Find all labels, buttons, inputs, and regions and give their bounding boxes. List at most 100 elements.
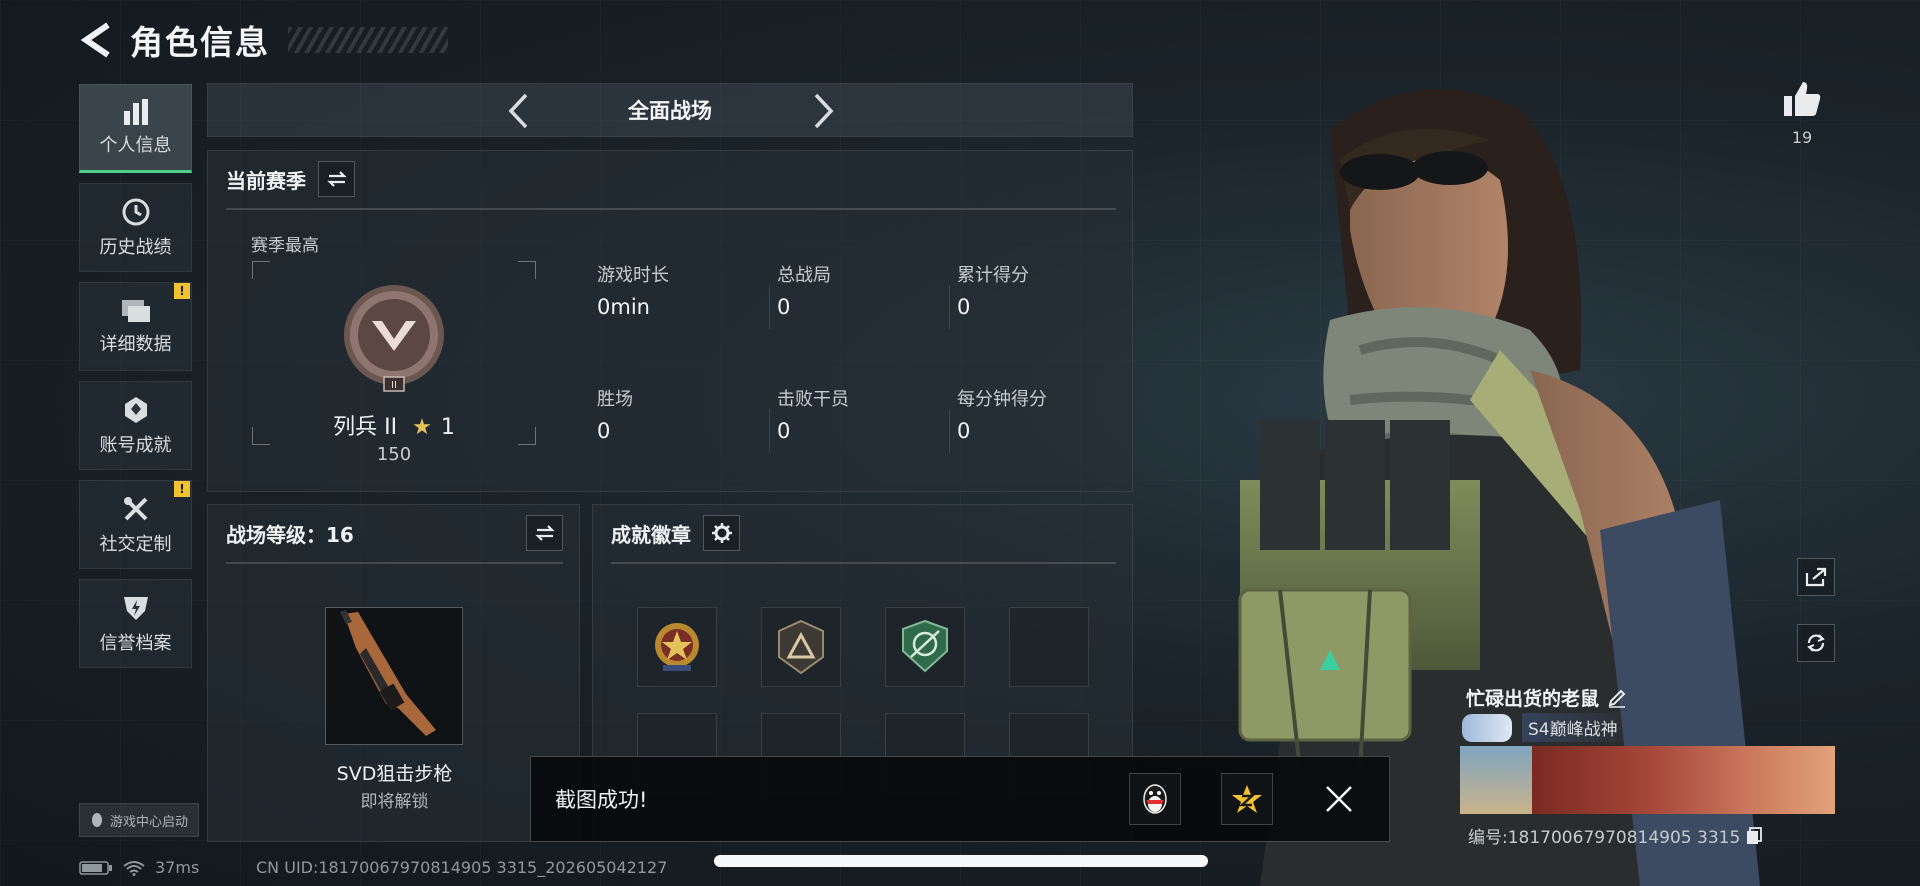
title-emblem-icon bbox=[1462, 713, 1512, 742]
copy-icon[interactable] bbox=[1746, 826, 1763, 845]
toast-close-button[interactable] bbox=[1313, 773, 1365, 825]
back-button[interactable] bbox=[78, 21, 116, 59]
edit-pencil-icon[interactable] bbox=[1607, 688, 1627, 708]
player-name-row: 忙碌出货的老鼠 bbox=[1466, 684, 1627, 711]
home-indicator[interactable] bbox=[714, 855, 1208, 867]
alert-badge: ! bbox=[174, 481, 190, 497]
sidebar-item-label: 详细数据 bbox=[99, 333, 172, 355]
sidebar-item-social[interactable]: ! 社交定制 bbox=[79, 480, 192, 569]
toast-message: 截图成功! bbox=[555, 788, 648, 812]
swap-icon bbox=[326, 171, 347, 187]
level-switch-button[interactable] bbox=[526, 515, 563, 551]
game-center-launch-badge: 游戏中心启动 bbox=[79, 803, 199, 837]
sidebar-item-label: 历史战绩 bbox=[99, 236, 172, 258]
sidebar-item-credit[interactable]: 信誉档案 bbox=[79, 579, 192, 668]
chevron-right-icon bbox=[814, 93, 834, 129]
battery-icon bbox=[79, 860, 112, 875]
wifi-icon bbox=[123, 860, 145, 876]
badges-settings-button[interactable] bbox=[703, 515, 740, 551]
sidebar-item-label: 信誉档案 bbox=[99, 632, 172, 654]
badge-slot[interactable] bbox=[761, 607, 841, 687]
sidebar-item-details[interactable]: ! 详细数据 bbox=[79, 282, 192, 371]
sidebar: 个人信息 历史战绩 ! 详细数据 账号成就 ! 社交定制 信誉档案 bbox=[79, 84, 192, 678]
battlefield-level-panel: 战场等级：16 SVD狙击步枪 即将解锁 bbox=[207, 504, 580, 842]
penguin-icon bbox=[91, 813, 102, 827]
season-best-label: 赛季最高 bbox=[251, 236, 319, 256]
chevron-left-icon bbox=[508, 93, 528, 129]
swap-icon bbox=[534, 525, 555, 541]
season-panel: 当前赛季 赛季最高 II 列兵 II ★ 1 150 游戏时长 0min 总战局… bbox=[207, 150, 1133, 492]
bar-chart-icon bbox=[123, 98, 148, 125]
stat-play-time: 游戏时长 0min bbox=[597, 265, 669, 319]
player-id-row: 编号:18170067970814905 3315 bbox=[1468, 823, 1763, 848]
player-title-row: S4巅峰战神 bbox=[1462, 713, 1638, 742]
rank-badge-label: II bbox=[391, 380, 397, 391]
like-count: 19 bbox=[1791, 128, 1813, 147]
player-banner[interactable] bbox=[1460, 746, 1835, 814]
sidebar-item-personal-info[interactable]: 个人信息 bbox=[79, 84, 192, 173]
rifle-icon bbox=[340, 610, 436, 736]
season-title: 当前赛季 bbox=[226, 168, 306, 193]
header: 角色信息 bbox=[78, 18, 448, 62]
star-emblem-icon bbox=[655, 623, 699, 671]
share-qzone-button[interactable] bbox=[1221, 773, 1273, 825]
stat-kills: 击败干员 0 bbox=[777, 389, 849, 443]
tools-icon bbox=[123, 496, 147, 520]
mode-prev-button[interactable] bbox=[500, 92, 536, 130]
level-divider bbox=[226, 562, 563, 564]
stat-total-matches: 总战局 0 bbox=[777, 265, 831, 319]
share-icon bbox=[1805, 567, 1827, 587]
mode-title: 全面战场 bbox=[628, 99, 712, 123]
level-title: 战场等级：16 bbox=[226, 522, 354, 547]
season-switch-button[interactable] bbox=[318, 161, 355, 197]
sidebar-item-label: 个人信息 bbox=[99, 134, 172, 156]
season-divider bbox=[226, 208, 1116, 210]
gear-icon bbox=[711, 523, 732, 543]
rank-name-row: 列兵 II ★ 1 bbox=[252, 409, 536, 441]
refresh-icon bbox=[1807, 634, 1825, 652]
mode-selector: 全面战场 bbox=[207, 83, 1133, 137]
rank-name: 列兵 II bbox=[333, 415, 398, 440]
badge-slot[interactable] bbox=[637, 607, 717, 687]
sidebar-item-label: 账号成就 bbox=[99, 434, 172, 456]
weapon-reward-slot[interactable] bbox=[325, 607, 463, 745]
badges-divider bbox=[611, 562, 1116, 564]
stat-total-score: 累计得分 0 bbox=[957, 265, 1029, 319]
player-name: 忙碌出货的老鼠 bbox=[1466, 688, 1600, 710]
medal-icon bbox=[124, 396, 147, 423]
refresh-button[interactable] bbox=[1797, 624, 1835, 662]
sidebar-item-history[interactable]: 历史战绩 bbox=[79, 183, 192, 272]
sidebar-item-achievements[interactable]: 账号成就 bbox=[79, 381, 192, 470]
shield-icon bbox=[123, 596, 148, 620]
season-header: 当前赛季 bbox=[226, 161, 355, 197]
rank-badge-icon: II bbox=[344, 285, 444, 392]
title-decoration bbox=[288, 27, 448, 53]
like-area[interactable]: 19 bbox=[1778, 80, 1826, 147]
sidebar-item-label: 社交定制 bbox=[99, 533, 172, 555]
screenshot-toast: 截图成功! bbox=[530, 756, 1390, 842]
rank-stars: 1 bbox=[440, 415, 455, 440]
ping-value: 37ms bbox=[155, 858, 200, 877]
mode-next-button[interactable] bbox=[806, 92, 842, 130]
badge-slot[interactable] bbox=[1009, 607, 1089, 687]
weapon-name: SVD狙击步枪 bbox=[336, 763, 453, 785]
badge-slot[interactable] bbox=[885, 607, 965, 687]
qzone-star-icon bbox=[1232, 785, 1262, 813]
history-icon bbox=[122, 198, 149, 225]
page-title: 角色信息 bbox=[130, 23, 270, 62]
player-title: S4巅峰战神 bbox=[1522, 713, 1638, 742]
star-icon: ★ bbox=[412, 415, 432, 440]
badges-header: 成就徽章 bbox=[611, 515, 740, 551]
close-icon bbox=[1326, 786, 1352, 812]
folder-icon bbox=[121, 299, 150, 322]
share-button[interactable] bbox=[1797, 558, 1835, 596]
level-header: 战场等级：16 bbox=[226, 515, 563, 551]
banner-art bbox=[1532, 746, 1835, 814]
launch-badge-label: 游戏中心启动 bbox=[109, 814, 188, 830]
alert-badge: ! bbox=[174, 283, 190, 299]
weapon-status: 即将解锁 bbox=[360, 792, 429, 812]
status-bar: 37ms bbox=[79, 858, 199, 877]
uid-line: CN UID:18170067970814905 3315_2026050421… bbox=[256, 858, 668, 877]
share-qq-button[interactable] bbox=[1129, 773, 1181, 825]
qq-penguin-icon bbox=[1143, 784, 1167, 814]
